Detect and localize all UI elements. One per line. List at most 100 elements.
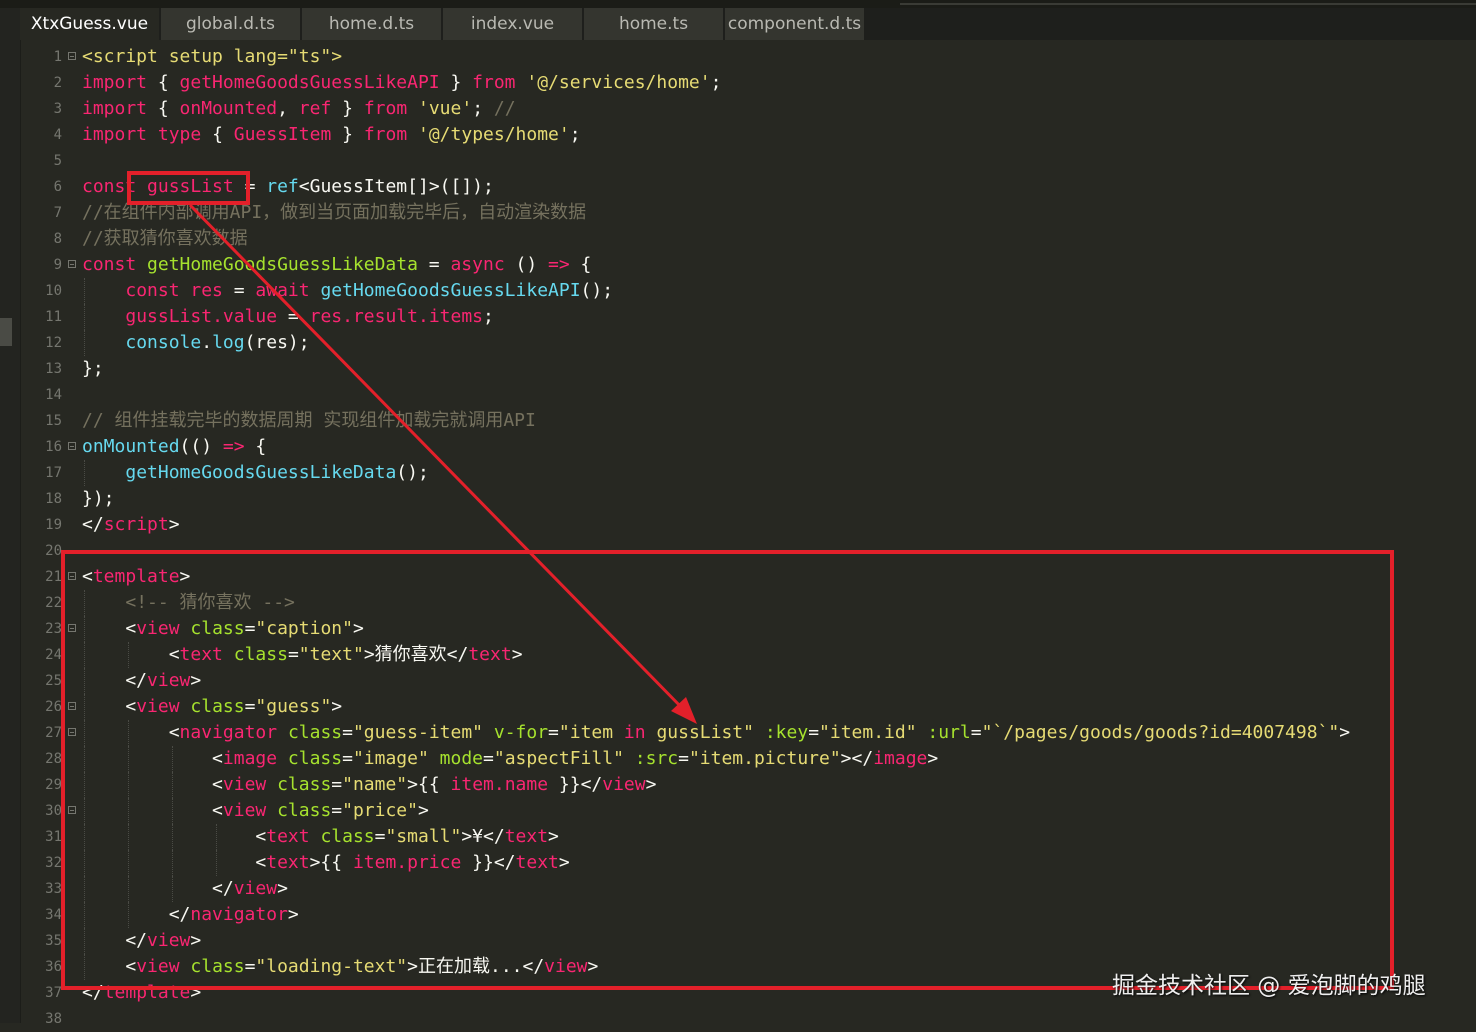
line-number: 37 [45,985,62,1001]
code-token: () [504,254,549,275]
code-token: ; [472,98,484,119]
line-number: 30 [45,803,62,819]
code-token: onMounted [82,436,180,457]
code-text: }); [82,486,115,512]
code-token: []>([]); [407,176,494,197]
line-number: 20 [45,543,62,559]
tab-component-d-ts[interactable]: component.d.ts [725,8,865,40]
code-token: < [298,176,310,197]
fold-toggle-icon[interactable] [68,442,76,450]
code-token: from [363,124,408,145]
line-number: 18 [45,491,62,507]
line-number: 24 [45,647,62,663]
code-text: console.log(res); [82,330,309,356]
line-number: 27 [45,725,62,741]
code-token: // [483,98,516,119]
line-number: 35 [45,933,62,949]
line-number: 4 [53,127,62,143]
highlight-box-gusslist [127,171,250,205]
line-number: 36 [45,959,62,975]
code-text: gussList.value = res.result.items; [82,304,494,330]
code-token: // 组件挂载完毕的数据周期 实现组件加载完就调用API [82,410,536,431]
code-line[interactable]: 38 [22,1006,1476,1032]
code-line[interactable]: 4 import type { GuessItem } from '@/types… [22,122,1476,148]
code-token: getHomeGoodsGuessLikeData [125,462,397,483]
code-token: }); [82,488,115,509]
tab-home-d-ts[interactable]: home.d.ts [302,8,442,40]
fold-toggle-icon[interactable] [68,52,76,60]
editor-tab-bar: XtxGuess.vue global.d.ts home.d.ts index.vu… [20,8,1476,40]
code-text: </script> [82,512,180,538]
code-line[interactable]: 2 import { getHomeGoodsGuessLikeAPI } fro… [22,70,1476,96]
line-number: 6 [53,179,62,195]
line-number: 29 [45,777,62,793]
line-number: 19 [45,517,62,533]
line-number: 1 [53,49,62,65]
tab-index-vue[interactable]: index.vue [443,8,583,40]
line-number: 14 [45,387,62,403]
code-text: }; [82,356,104,382]
code-line[interactable]: 14 [22,382,1476,408]
code-token: await [255,280,310,301]
line-number: 15 [45,413,62,429]
line-number: 33 [45,881,62,897]
tab-global-d-ts[interactable]: global.d.ts [161,8,301,40]
code-line[interactable]: 13}; [22,356,1476,382]
code-token: import [82,124,148,145]
code-token: ; [569,124,581,145]
code-line[interactable]: 19 </script> [22,512,1476,538]
code-line[interactable]: 17 getHomeGoodsGuessLikeData(); [22,460,1476,486]
tab-home-ts[interactable]: home.ts [584,8,724,40]
code-line[interactable]: 8 //获取猜你喜欢数据 [22,226,1476,252]
code-line[interactable]: 18}); [22,486,1476,512]
code-token: (() [179,436,223,457]
line-number: 32 [45,855,62,871]
code-line[interactable]: 1 <script setup lang="ts"> [22,44,1476,70]
line-number: 17 [45,465,62,481]
code-token: => [222,436,245,457]
tab-xtxguess-vue[interactable]: XtxGuess.vue [20,8,160,40]
code-token: ; [483,306,494,327]
scroll-marker[interactable] [0,318,12,346]
line-number: 31 [45,829,62,845]
line-number: 12 [45,335,62,351]
code-token: } [331,98,364,119]
code-line[interactable]: 16 onMounted(() => { [22,434,1476,460]
code-token: ref [298,98,332,119]
code-token: const [125,280,180,301]
top-scroll-indicator[interactable] [900,3,1476,5]
code-token: getHomeGoodsGuessLikeAPI [179,72,440,93]
code-token: log [212,332,245,353]
code-line[interactable]: 11 gussList.value = res.result.items; [22,304,1476,330]
line-number: 10 [45,283,62,299]
code-token: getHomeGoodsGuessLikeAPI [320,280,581,301]
code-line[interactable]: 12 console.log(res); [22,330,1476,356]
code-line[interactable]: 3 import { onMounted, ref } from 'vue'; /… [22,96,1476,122]
code-text: const getHomeGoodsGuessLikeData = async … [82,252,591,278]
left-gutter-strip [0,8,21,1023]
code-token: //获取猜你喜欢数据 [82,228,248,249]
code-token: from [363,98,408,119]
code-line[interactable]: 10 const res = await getHomeGoodsGuessLi… [22,278,1476,304]
line-number: 38 [45,1011,62,1027]
fold-toggle-icon[interactable] [68,260,76,268]
code-token: } [331,124,364,145]
code-token: GuessItem [309,176,408,197]
line-number: 8 [53,231,62,247]
line-number: 23 [45,621,62,637]
code-token: </ [82,514,104,535]
code-token: .result [342,306,418,327]
code-text: // 组件挂载完毕的数据周期 实现组件加载完就调用API [82,408,536,434]
code-token: gussList [125,306,213,327]
code-token: (); [396,462,429,483]
code-token: = [277,306,310,327]
code-text: <script setup lang="ts"> [82,44,342,70]
code-token: GuessItem [233,124,332,145]
code-token: { [569,254,592,275]
code-line[interactable]: 9 const getHomeGoodsGuessLikeData = async… [22,252,1476,278]
watermark-text: 掘金技术社区 @ 爱泡脚的鸡腿 [1112,973,1426,999]
code-line[interactable]: 15 // 组件挂载完毕的数据周期 实现组件加载完就调用API [22,408,1476,434]
